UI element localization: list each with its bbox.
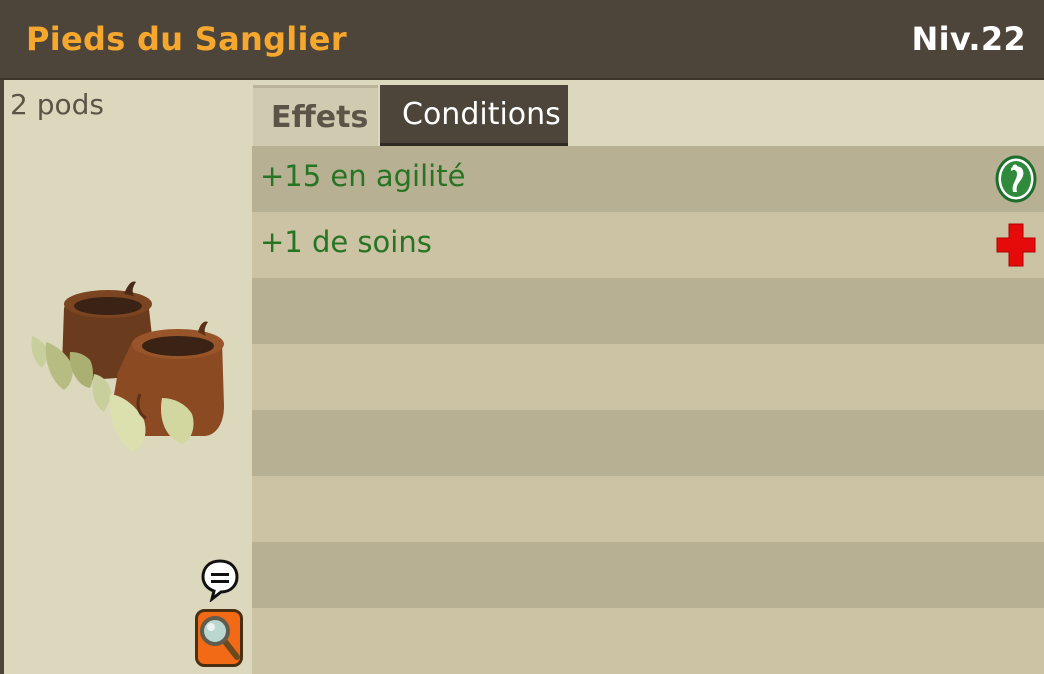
empty-effect-row <box>252 278 1044 344</box>
tab-bar: Effets Conditions <box>252 80 1044 146</box>
tab-conditions[interactable]: Conditions <box>380 85 568 146</box>
magnifier-inspect-button[interactable] <box>195 609 243 667</box>
item-tooltip-window: Pieds du Sanglier Niv.22 2 pods Effets C… <box>0 0 1044 674</box>
chat-share-button[interactable] <box>200 558 240 602</box>
item-level: Niv.22 <box>911 20 1026 58</box>
effect-row: +1 de soins <box>252 212 1044 278</box>
item-weight: 2 pods <box>10 88 104 121</box>
item-name: Pieds du Sanglier <box>26 20 347 58</box>
empty-effect-row <box>252 410 1044 476</box>
window-border <box>0 0 4 674</box>
empty-effect-row <box>252 608 1044 674</box>
empty-effect-row <box>252 476 1044 542</box>
effect-text: +1 de soins <box>260 225 432 259</box>
empty-effect-row <box>252 344 1044 410</box>
empty-effect-row <box>252 542 1044 608</box>
heal-cross-icon <box>996 223 1036 267</box>
item-header: Pieds du Sanglier Niv.22 <box>0 0 1044 80</box>
tab-effets[interactable]: Effets <box>253 85 378 146</box>
effects-list: +15 en agilité +1 de soins <box>252 146 1044 674</box>
item-details-panel: Effets Conditions +15 en agilité +1 de s… <box>252 80 1044 674</box>
agility-icon <box>995 155 1037 203</box>
effect-text: +15 en agilité <box>260 159 466 193</box>
boar-feet-image <box>31 281 224 452</box>
effect-row: +15 en agilité <box>252 146 1044 212</box>
